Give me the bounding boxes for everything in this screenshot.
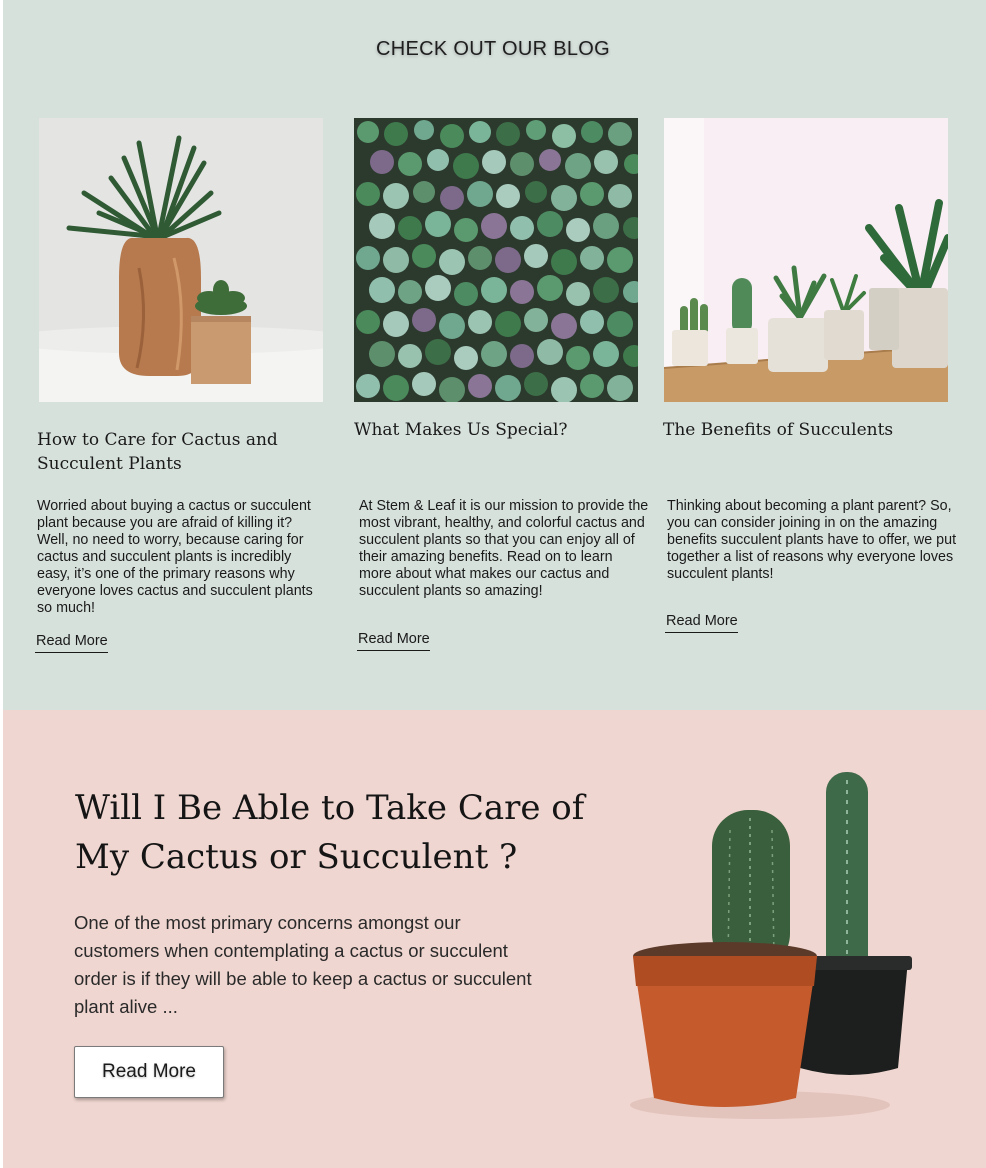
read-more-link-benefits-of-succulents[interactable]: Read More bbox=[665, 613, 738, 633]
card-image-cactus-care[interactable] bbox=[39, 118, 323, 402]
promo-image bbox=[600, 760, 930, 1130]
wooden-vase-and-succulent-photo bbox=[39, 118, 323, 402]
card-text-what-makes-us-special: At Stem & Leaf it is our mission to prov… bbox=[359, 498, 649, 599]
read-more-link-cactus-care[interactable]: Read More bbox=[35, 633, 108, 653]
read-more-link-what-makes-us-special[interactable]: Read More bbox=[357, 631, 430, 651]
card-text-benefits-of-succulents: Thinking about becoming a plant parent? … bbox=[667, 498, 957, 582]
card-title-what-makes-us-special[interactable]: What Makes Us Special? bbox=[354, 418, 644, 442]
card-image-what-makes-us-special[interactable] bbox=[354, 118, 638, 402]
blog-heading: CHECK OUT OUR BLOG bbox=[376, 38, 610, 60]
card-title-cactus-care[interactable]: How to Care for Cactus and Succulent Pla… bbox=[37, 428, 307, 476]
promo-text: One of the most primary concerns amongst… bbox=[74, 912, 532, 1017]
potted-cacti-photo bbox=[630, 772, 912, 1119]
card-image-benefits-of-succulents[interactable] bbox=[664, 118, 948, 402]
promo-read-more-button[interactable]: Read More bbox=[74, 1046, 224, 1098]
promo-title: Will I Be Able to Take Care of My Cactus… bbox=[75, 788, 585, 877]
succulent-wall-photo bbox=[354, 118, 638, 402]
card-text-cactus-care: Worried about buying a cactus or succule… bbox=[37, 498, 313, 616]
potted-plants-on-shelf-photo bbox=[664, 118, 948, 402]
card-title-benefits-of-succulents[interactable]: The Benefits of Succulents bbox=[663, 418, 953, 442]
